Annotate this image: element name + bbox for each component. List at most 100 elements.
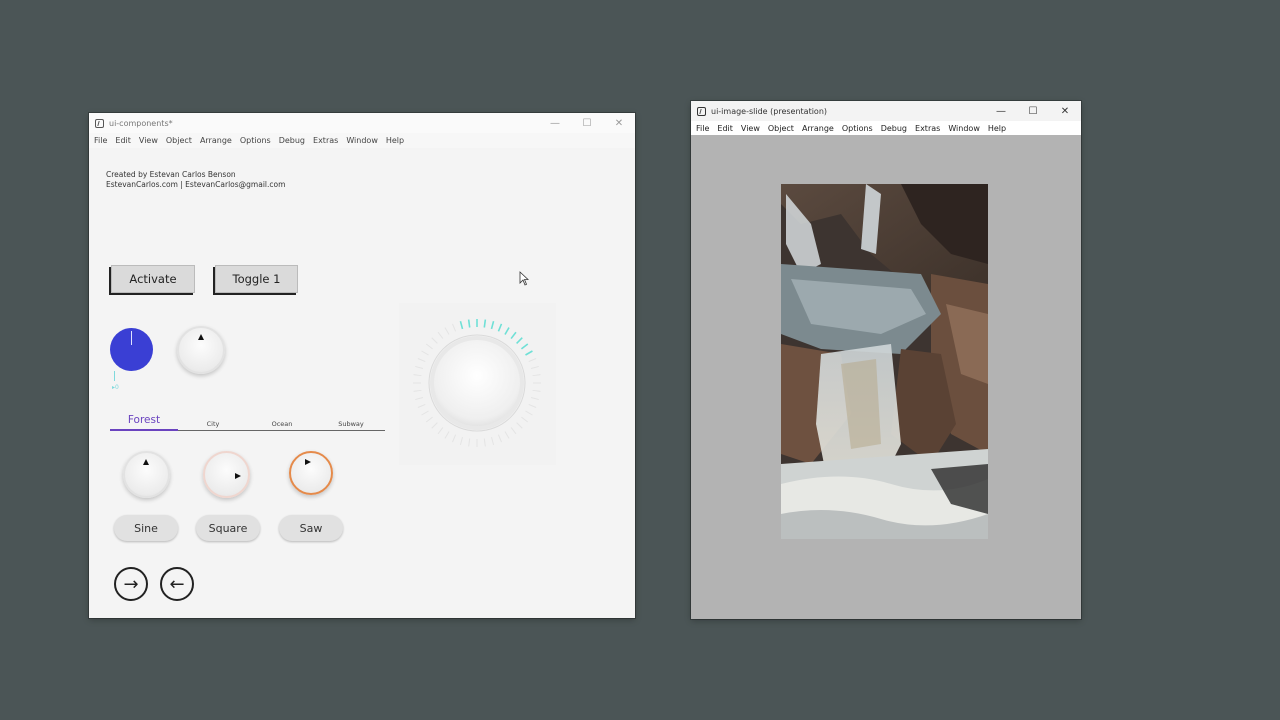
app-icon bbox=[697, 106, 706, 116]
menu-item-help[interactable]: Help bbox=[386, 136, 404, 145]
toggle-button[interactable]: Toggle 1 bbox=[215, 265, 298, 293]
saw-button[interactable]: Saw bbox=[279, 515, 343, 541]
menu-item-edit[interactable]: Edit bbox=[717, 124, 733, 133]
knob-tick bbox=[425, 416, 433, 423]
knob-tick bbox=[530, 365, 539, 369]
knob-tick bbox=[490, 320, 495, 330]
white-knob[interactable] bbox=[177, 326, 225, 374]
large-knob[interactable] bbox=[399, 303, 556, 465]
window-titlebar[interactable]: ui-image-slide (presentation) — ☐ ✕ bbox=[691, 101, 1081, 121]
menu-item-debug[interactable]: Debug bbox=[881, 124, 907, 133]
knob-tick bbox=[497, 434, 502, 443]
knob-tick bbox=[521, 416, 529, 423]
knob-tick bbox=[491, 436, 495, 445]
knob-tick bbox=[444, 431, 450, 439]
active-tab-indicator bbox=[110, 429, 178, 431]
knob-tick bbox=[504, 431, 510, 439]
menu-bar: File Edit View Object Arrange Options De… bbox=[691, 121, 1081, 135]
large-knob-panel bbox=[399, 303, 556, 465]
knob-tick bbox=[467, 319, 471, 328]
menu-item-window[interactable]: Window bbox=[948, 124, 980, 133]
knob-tick bbox=[431, 337, 438, 344]
menu-item-view[interactable]: View bbox=[741, 124, 760, 133]
menu-item-arrange[interactable]: Arrange bbox=[802, 124, 834, 133]
knob-tick bbox=[452, 434, 457, 443]
window-titlebar[interactable]: ui-components* — ☐ ✕ bbox=[89, 113, 635, 133]
menu-item-object[interactable]: Object bbox=[166, 136, 192, 145]
knob-tick bbox=[413, 389, 422, 392]
menu-item-extras[interactable]: Extras bbox=[313, 136, 338, 145]
sine-button[interactable]: Sine bbox=[114, 515, 178, 541]
knob-tick bbox=[510, 427, 517, 435]
menu-item-extras[interactable]: Extras bbox=[915, 124, 940, 133]
close-button[interactable]: ✕ bbox=[603, 113, 635, 133]
maximize-button[interactable]: ☐ bbox=[1017, 101, 1049, 121]
menu-item-debug[interactable]: Debug bbox=[279, 136, 305, 145]
knob-tick bbox=[530, 397, 539, 401]
knob-tick bbox=[528, 358, 537, 363]
knob-tick bbox=[520, 343, 529, 350]
saw-knob[interactable] bbox=[289, 451, 333, 495]
square-knob[interactable] bbox=[203, 451, 250, 498]
window-title: ui-components* bbox=[109, 118, 173, 128]
knob-tick bbox=[510, 331, 517, 340]
menu-item-object[interactable]: Object bbox=[768, 124, 794, 133]
knob-tick bbox=[421, 410, 429, 416]
menu-item-window[interactable]: Window bbox=[346, 136, 378, 145]
knob-tick bbox=[459, 436, 463, 445]
close-button[interactable]: ✕ bbox=[1049, 101, 1081, 121]
tab-subway[interactable]: Subway bbox=[317, 420, 385, 428]
menu-item-arrange[interactable]: Arrange bbox=[200, 136, 232, 145]
menu-item-file[interactable]: File bbox=[696, 124, 709, 133]
knob-tick bbox=[421, 350, 429, 356]
knob-pointer-icon bbox=[198, 334, 204, 340]
knob-value-label: ▸0 bbox=[112, 384, 119, 391]
knob-tick bbox=[528, 403, 537, 408]
menu-item-options[interactable]: Options bbox=[240, 136, 271, 145]
blue-knob[interactable] bbox=[110, 328, 153, 371]
tab-ocean[interactable]: Ocean bbox=[248, 420, 316, 428]
minimize-button[interactable]: — bbox=[985, 101, 1017, 121]
minimize-button[interactable]: — bbox=[539, 113, 571, 133]
knob-tick bbox=[516, 337, 523, 344]
knob-tick bbox=[532, 374, 541, 377]
knob-tick bbox=[452, 323, 457, 332]
menu-item-file[interactable]: File bbox=[94, 136, 107, 145]
knob-tick bbox=[483, 438, 486, 447]
knob-pointer-icon bbox=[235, 473, 241, 479]
knob-tick bbox=[483, 319, 487, 328]
image-slide-window: ui-image-slide (presentation) — ☐ ✕ File… bbox=[691, 101, 1081, 619]
knob-value-indicator bbox=[114, 371, 115, 381]
knob-pointer-icon bbox=[143, 459, 149, 465]
mouse-cursor-icon bbox=[519, 271, 529, 286]
arrow-left-icon: ← bbox=[169, 573, 185, 595]
knob-tick bbox=[425, 343, 433, 350]
knob-tick bbox=[415, 397, 424, 401]
menu-item-edit[interactable]: Edit bbox=[115, 136, 131, 145]
app-icon bbox=[95, 118, 104, 128]
waterfall-image bbox=[781, 184, 988, 539]
arrow-right-icon: → bbox=[123, 573, 139, 595]
tab-forest[interactable]: Forest bbox=[110, 414, 178, 426]
knob-tick bbox=[525, 410, 533, 416]
tab-city[interactable]: City bbox=[179, 420, 247, 428]
forward-button[interactable]: → bbox=[114, 567, 148, 601]
window-title: ui-image-slide (presentation) bbox=[711, 106, 828, 116]
knob-tick bbox=[525, 350, 533, 356]
knob-tick bbox=[431, 422, 438, 429]
back-button[interactable]: ← bbox=[160, 567, 194, 601]
knob-tick bbox=[417, 403, 426, 408]
knob-tick bbox=[437, 331, 444, 339]
knob-tick bbox=[413, 374, 422, 377]
menu-item-view[interactable]: View bbox=[139, 136, 158, 145]
knob-pointer-icon bbox=[305, 459, 311, 465]
credit-contact: EstevanCarlos.com | EstevanCarlos@gmail.… bbox=[106, 180, 286, 189]
ui-components-window: ui-components* — ☐ ✕ File Edit View Obje… bbox=[89, 113, 635, 618]
sine-knob[interactable] bbox=[123, 451, 170, 498]
square-button[interactable]: Square bbox=[196, 515, 260, 541]
menu-item-help[interactable]: Help bbox=[988, 124, 1006, 133]
maximize-button[interactable]: ☐ bbox=[571, 113, 603, 133]
menu-item-options[interactable]: Options bbox=[842, 124, 873, 133]
tab-bar: Forest City Ocean Subway bbox=[110, 411, 385, 431]
activate-button[interactable]: Activate bbox=[111, 265, 195, 293]
